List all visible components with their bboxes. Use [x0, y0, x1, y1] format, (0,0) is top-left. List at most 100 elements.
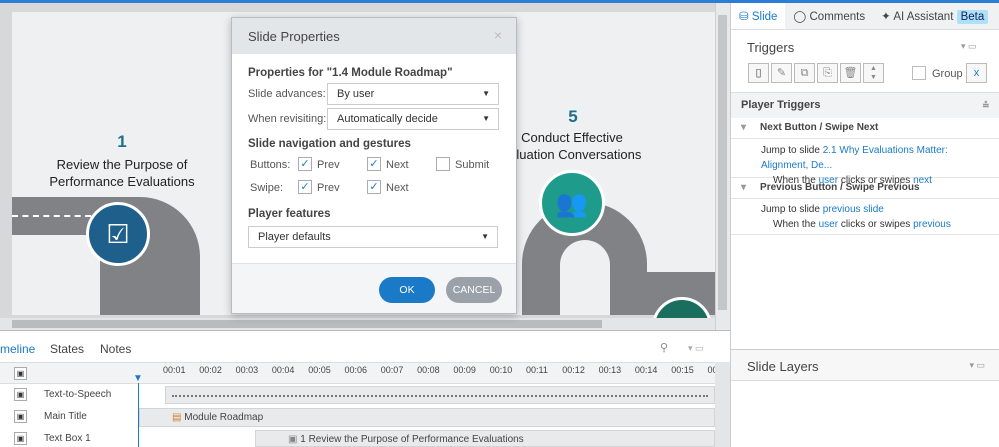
timeline-tick: 00:10	[489, 365, 513, 375]
tab-label: AI Assistant	[893, 11, 954, 23]
collapse-icon[interactable]: ▾	[741, 182, 746, 193]
timeline-tick: 00:02	[199, 365, 222, 375]
slide-advances-value: By user	[337, 88, 375, 100]
conversation-people-icon: 👥	[539, 170, 605, 236]
tab-comments[interactable]: ◯ Comments	[785, 3, 873, 29]
player-triggers-header: Player Triggers ⩮	[731, 92, 999, 118]
tab-notes[interactable]: Notes	[100, 342, 131, 356]
panel-menu-icon[interactable]: ▾ ▭	[688, 343, 704, 354]
lock-icon[interactable]: ▣	[14, 367, 27, 380]
collapse-icon[interactable]: ▾	[741, 122, 746, 133]
trigger-item[interactable]: Jump to slide 2.1 Why Evaluations Matter…	[731, 139, 999, 186]
timeline-tick: 00:12	[562, 365, 585, 375]
swipe-prev-checkbox[interactable]: ✓	[298, 180, 312, 194]
delete-trigger-icon[interactable]: 🗑	[840, 63, 861, 83]
trigger-item[interactable]: Jump to slide previous slide When the us…	[731, 199, 999, 235]
player-features-select[interactable]: Player defaults ▼	[248, 226, 498, 248]
chevron-down-icon: ▼	[482, 114, 490, 123]
variables-icon[interactable]: x	[966, 63, 987, 83]
chevron-down-icon: ▼	[481, 232, 489, 241]
tab-timeline[interactable]: meline	[0, 342, 35, 356]
trigger-group-title: Next Button / Swipe Next	[760, 122, 879, 133]
tab-states[interactable]: States	[50, 342, 84, 356]
trigger-action-link[interactable]: previous slide	[823, 204, 884, 215]
timeline-tick: 00:14	[634, 365, 658, 375]
timeline-row-label: Text Box 1	[44, 433, 91, 444]
new-trigger-icon[interactable]: ▯	[748, 63, 769, 83]
slide-advances-select[interactable]: By user ▼	[327, 83, 499, 105]
cancel-button[interactable]: CANCEL	[446, 277, 502, 303]
swipe-next-checkbox[interactable]: ✓	[367, 180, 381, 194]
timeline-tick: 00:01	[163, 365, 186, 375]
timeline-tick: 00:09	[453, 365, 476, 375]
swipe-next-label: Next	[386, 182, 409, 194]
right-panel: ⛁ Slide ◯ Comments ✦ AI Assistant Beta T…	[730, 3, 999, 447]
trigger-action: Jump to slide	[761, 204, 823, 215]
slide-advances-label: Slide advances:	[248, 88, 326, 100]
edit-trigger-icon[interactable]: ✎	[771, 63, 792, 83]
beta-badge: Beta	[956, 10, 989, 24]
timeline-scrollbar[interactable]	[715, 362, 730, 447]
buttons-prev-label: Prev	[317, 159, 340, 171]
text-box-icon: ▣	[288, 434, 301, 445]
ok-button[interactable]: OK	[379, 277, 435, 303]
timeline-tick: 00:04	[271, 365, 295, 375]
panel-menu-icon[interactable]: ▾ ▭	[961, 41, 977, 52]
timeline-tick: 00:05	[308, 365, 331, 375]
slide-icon: ⛁	[739, 11, 752, 23]
timeline-tick: 00:11	[526, 365, 548, 375]
title-object-icon: ▤	[172, 412, 185, 423]
timeline-bar-main-title[interactable]: ▤ Module Roadmap	[139, 408, 715, 427]
collapse-all-icon[interactable]: ⩮	[983, 99, 989, 112]
timeline-tick: 00:08	[417, 365, 440, 375]
buttons-prev-checkbox[interactable]: ✓	[298, 157, 312, 171]
properties-for-heading: Properties for "1.4 Module Roadmap"	[248, 67, 453, 79]
paste-trigger-icon[interactable]: ⎘	[817, 63, 838, 83]
lock-icon[interactable]: ▣	[14, 388, 27, 401]
dialog-title: Slide Properties	[248, 29, 340, 44]
group-checkbox[interactable]	[912, 66, 926, 80]
trigger-cond-link[interactable]: previous	[913, 219, 951, 230]
when-revisiting-label: When revisiting:	[248, 113, 327, 125]
player-triggers-title: Player Triggers	[741, 99, 821, 111]
trigger-group-previous[interactable]: ▾ Previous Button / Swipe Previous	[731, 178, 999, 199]
clipboard-checklist-icon: ☑	[86, 202, 150, 266]
close-icon[interactable]: ×	[494, 27, 502, 43]
timeline-bar-label: Module Roadmap	[184, 412, 264, 423]
lock-icon[interactable]: ▣	[14, 410, 27, 423]
sparkle-icon: ✦	[881, 11, 894, 23]
copy-trigger-icon[interactable]: ⧉	[794, 63, 815, 83]
timeline-bar-label: 1 Review the Purpose of Performance Eval…	[300, 434, 524, 445]
step-1-number: 1	[117, 132, 127, 151]
player-features-heading: Player features	[248, 208, 331, 220]
swipe-prev-label: Prev	[317, 182, 340, 194]
timeline-options-icon[interactable]: ⚲	[660, 341, 668, 354]
when-revisiting-select[interactable]: Automatically decide ▼	[327, 108, 499, 130]
timeline-tick: 00:03	[235, 365, 259, 375]
when-revisiting-value: Automatically decide	[337, 113, 438, 125]
tab-ai-assistant[interactable]: ✦ AI Assistant Beta	[873, 3, 996, 29]
timeline-bar-text-box-1[interactable]: ▣ 1 Review the Purpose of Performance Ev…	[255, 430, 715, 447]
buttons-next-checkbox[interactable]: ✓	[367, 157, 381, 171]
lock-icon[interactable]: ▣	[14, 432, 27, 445]
buttons-submit-label: Submit	[455, 159, 490, 171]
trigger-group-next[interactable]: ▾ Next Button / Swipe Next	[731, 118, 999, 139]
panel-menu-icon[interactable]: ▾ ▭	[969, 360, 985, 371]
trigger-cond: When the	[773, 219, 819, 230]
playhead-icon[interactable]: ▼	[133, 374, 143, 384]
tab-slide[interactable]: ⛁ Slide	[731, 3, 786, 29]
horizontal-scroll-thumb[interactable]	[12, 320, 602, 328]
timeline-tick: 00:13	[598, 365, 622, 375]
slide-layers-title: Slide Layers	[747, 359, 819, 374]
trigger-cond-link[interactable]: user	[819, 219, 838, 230]
nav-gestures-heading: Slide navigation and gestures	[248, 138, 411, 150]
right-panel-tabs: ⛁ Slide ◯ Comments ✦ AI Assistant Beta	[731, 3, 999, 30]
reorder-trigger-icon[interactable]: ▲ ▼	[863, 63, 884, 83]
player-features-value: Player defaults	[258, 231, 331, 243]
buttons-submit-checkbox[interactable]	[436, 157, 450, 171]
timeline-row-label: Text-to-Speech	[44, 389, 112, 400]
vertical-scroll-thumb[interactable]	[718, 15, 727, 310]
slide-layers-header: Slide Layers ▾ ▭	[731, 349, 999, 381]
audio-waveform[interactable]	[165, 386, 715, 404]
chevron-down-icon: ▼	[482, 89, 490, 98]
